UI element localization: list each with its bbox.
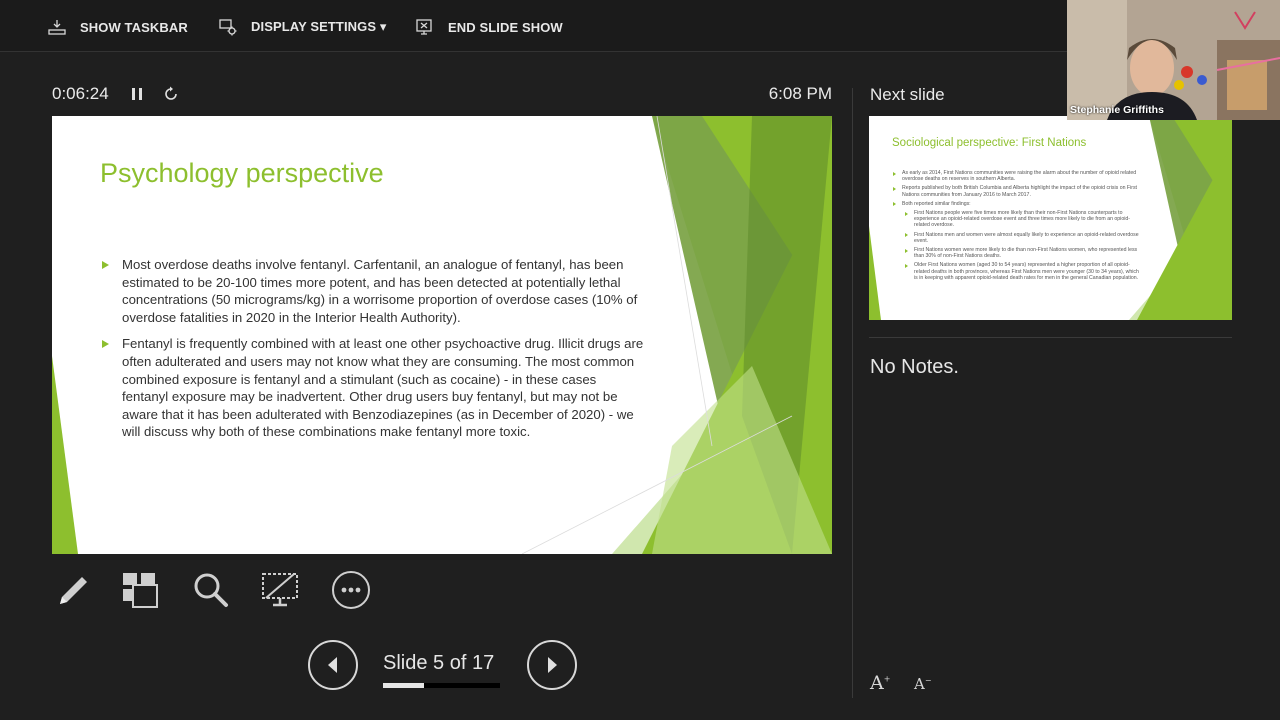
show-taskbar-label: SHOW TASKBAR	[80, 19, 188, 35]
zoom-icon	[194, 573, 228, 607]
zoom-button[interactable]	[189, 569, 231, 611]
next-slide-bullet: Reports published by both British Columb…	[892, 185, 1144, 198]
clock: 6:08 PM	[768, 84, 832, 103]
restart-icon[interactable]	[162, 85, 180, 103]
next-slide-button[interactable]	[527, 640, 577, 690]
see-all-slides-button[interactable]	[119, 569, 161, 611]
notes-divider	[869, 337, 1232, 338]
next-slide-preview[interactable]: Sociological perspective: First Nations …	[869, 116, 1232, 320]
pen-icon	[60, 577, 87, 604]
webcam-video: Stephanie Griffiths	[1067, 0, 1280, 120]
webcam-feed	[1067, 0, 1280, 120]
display-settings-button[interactable]: DISPLAY SETTINGS ▾	[219, 14, 386, 40]
black-screen-icon	[262, 573, 298, 607]
pen-tool-button[interactable]	[51, 569, 93, 611]
decrease-font-button[interactable]: A−	[914, 675, 932, 693]
next-slide-sub-bullet: First Nations men and women were almost …	[904, 232, 1144, 244]
next-slide-sub-bullet: Older First Nations women (aged 30 to 54…	[904, 262, 1144, 281]
slide-bullet: Most overdose deaths involve fentanyl. C…	[100, 256, 645, 326]
speaker-notes: No Notes.	[870, 356, 959, 378]
next-slide-bullet: Both reported similar findings:	[892, 201, 1144, 207]
slide-bullet: Fentanyl is frequently combined with at …	[100, 335, 645, 441]
panel-divider	[852, 88, 853, 698]
next-slide-bullet-list: As early as 2014, First Nations communit…	[892, 170, 1144, 284]
black-screen-button[interactable]	[259, 569, 301, 611]
next-slide-sub-bullet: First Nations women were more likely to …	[904, 247, 1144, 259]
next-slide-bullet: As early as 2014, First Nations communit…	[892, 170, 1144, 182]
more-options-button[interactable]	[330, 569, 372, 611]
slide-bullet-text: Most overdose deaths involve fentanyl. C…	[122, 257, 638, 325]
end-slide-show-button[interactable]: END SLIDE SHOW	[416, 14, 563, 40]
increase-font-icon: A	[870, 672, 884, 694]
pause-icon[interactable]	[130, 86, 144, 102]
slide-grid-icon	[123, 573, 158, 608]
show-taskbar-button[interactable]: SHOW TASKBAR	[48, 14, 188, 40]
bullet-arrow-icon	[102, 261, 109, 269]
next-slide-title: Sociological perspective: First Nations	[892, 137, 1087, 149]
previous-slide-button[interactable]	[308, 640, 358, 690]
slide-bullet-list: Most overdose deaths involve fentanyl. C…	[100, 256, 645, 450]
slide-counter[interactable]: Slide 5 of 17	[383, 652, 503, 675]
participant-name: Stephanie Griffiths	[1070, 104, 1164, 116]
slide-title: Psychology perspective	[100, 158, 384, 188]
taskbar-icon	[48, 20, 66, 35]
increase-font-button[interactable]: A+	[870, 672, 890, 694]
decrease-font-icon: A	[914, 675, 925, 693]
next-arrow-icon	[548, 657, 557, 673]
end-show-icon	[416, 19, 432, 35]
display-settings-label: DISPLAY SETTINGS ▾	[251, 19, 387, 34]
next-slide-label: Next slide	[870, 85, 945, 104]
previous-arrow-icon	[328, 657, 337, 673]
next-slide-sub-bullet: First Nations people were five times mor…	[904, 210, 1144, 229]
current-slide[interactable]: Psychology perspective Most overdose dea…	[52, 116, 832, 554]
more-options-icon	[332, 571, 370, 609]
display-settings-icon	[219, 19, 237, 36]
slide-progress-fill	[383, 683, 424, 688]
elapsed-timer: 0:06:24	[52, 84, 109, 103]
slide-progress-bar	[383, 683, 500, 688]
slide-bullet-text: Fentanyl is frequently combined with at …	[122, 336, 644, 440]
end-slide-show-label: END SLIDE SHOW	[448, 19, 563, 35]
bullet-arrow-icon	[102, 340, 109, 349]
